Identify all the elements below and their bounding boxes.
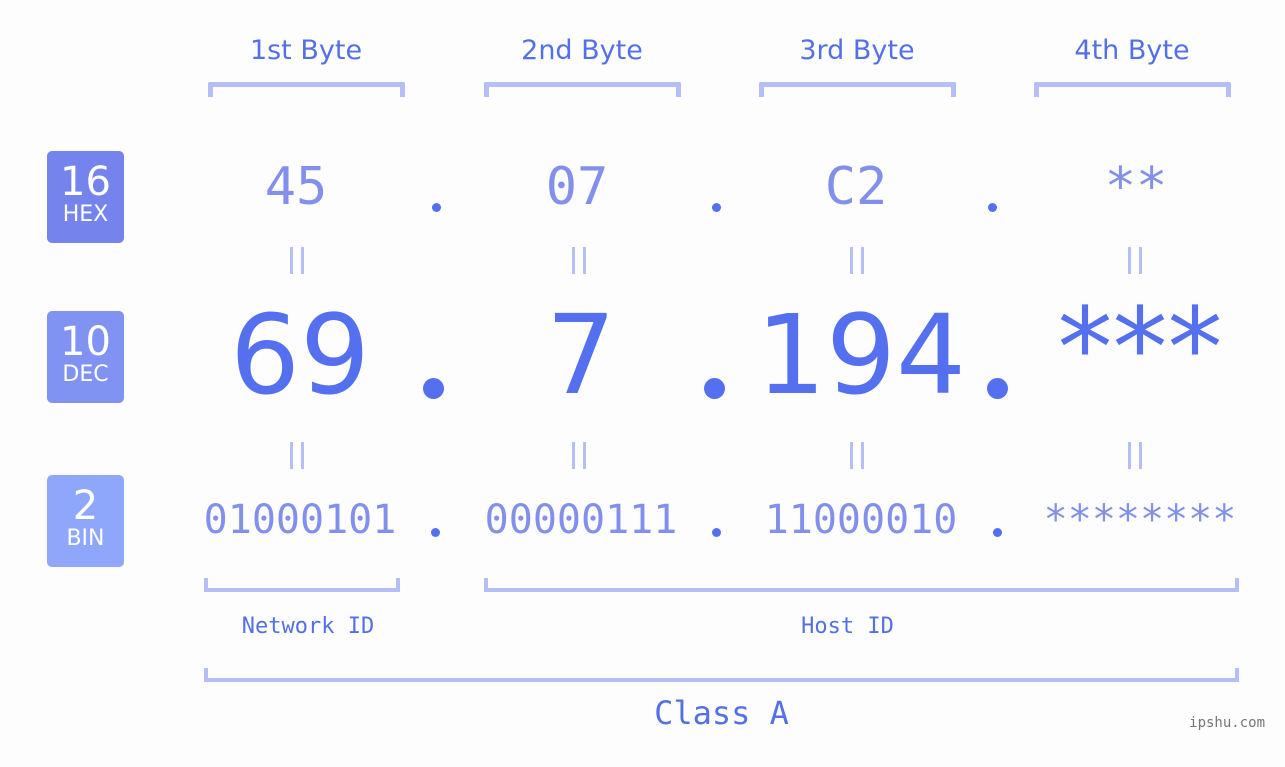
bin-dot-3 [993, 528, 1002, 537]
bin-base-number: 2 [72, 483, 99, 529]
host-id-bracket [484, 578, 1239, 592]
bin-byte-2: 00000111 [484, 497, 678, 543]
dec-byte-4: *** [1057, 284, 1223, 412]
dec-base-label: DEC [62, 362, 109, 387]
class-label: Class A [654, 694, 789, 732]
equals-icon [290, 442, 304, 469]
byte-bracket-4 [1034, 82, 1231, 97]
hex-dot-2 [712, 203, 721, 212]
byte-header-4: 4th Byte [1074, 35, 1190, 66]
dec-byte-1: 69 [230, 291, 370, 419]
equals-icon [850, 442, 864, 469]
bin-dot-2 [712, 528, 721, 537]
dec-dot-2 [704, 378, 725, 399]
hex-dot-1 [432, 203, 441, 212]
bin-dot-1 [431, 528, 440, 537]
dec-byte-2: 7 [546, 291, 616, 419]
bin-byte-4: ******** [1043, 497, 1237, 543]
byte-header-1: 1st Byte [249, 35, 363, 66]
byte-bracket-1 [208, 82, 405, 97]
hex-badge: 16 HEX [47, 151, 124, 243]
byte-bracket-2 [484, 82, 681, 97]
hex-byte-4: ** [1104, 157, 1168, 217]
hex-byte-2: 07 [545, 157, 609, 217]
dec-dot-1 [423, 378, 444, 399]
bin-byte-3: 11000010 [764, 497, 958, 543]
network-id-bracket [204, 578, 400, 592]
byte-header-3: 3rd Byte [799, 35, 915, 66]
equals-icon [1128, 247, 1142, 274]
equals-icon [850, 247, 864, 274]
network-id-label: Network ID [241, 614, 375, 639]
hex-byte-3: C2 [824, 157, 888, 217]
dec-dot-3 [987, 378, 1008, 399]
bin-byte-1: 01000101 [203, 497, 397, 543]
equals-icon [572, 247, 586, 274]
equals-icon [290, 247, 304, 274]
hex-base-number: 16 [60, 159, 111, 205]
equals-icon [572, 442, 586, 469]
dec-badge: 10 DEC [47, 311, 124, 403]
bin-base-label: BIN [66, 526, 105, 551]
equals-icon [1128, 442, 1142, 469]
byte-bracket-3 [759, 82, 956, 97]
byte-header-2: 2nd Byte [521, 35, 643, 66]
host-id-label: Host ID [801, 614, 894, 639]
dec-byte-3: 194 [756, 291, 966, 419]
hex-byte-1: 45 [264, 157, 328, 217]
bin-badge: 2 BIN [47, 475, 124, 567]
dec-base-number: 10 [60, 319, 111, 365]
watermark: ipshu.com [1189, 715, 1265, 731]
hex-dot-3 [988, 203, 997, 212]
class-bracket [204, 668, 1239, 682]
hex-base-label: HEX [62, 202, 109, 227]
